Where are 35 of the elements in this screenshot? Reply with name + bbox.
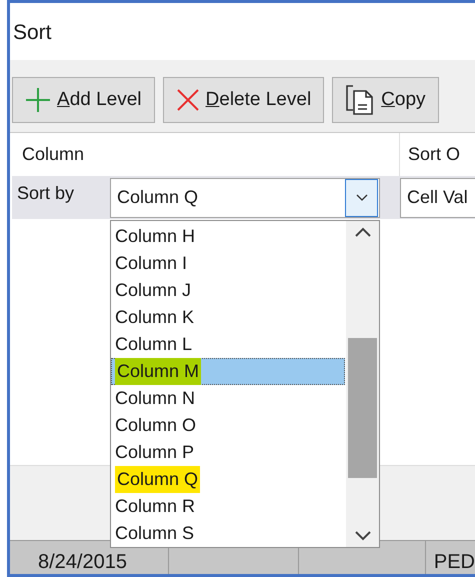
date-cell: 8/24/2015	[38, 551, 127, 574]
dropdown-option[interactable]: Column P	[111, 439, 345, 466]
table-cell: PED	[434, 551, 475, 574]
dropdown-option[interactable]: Column M	[111, 358, 345, 385]
toolbar-button[interactable]: Delete Level	[162, 77, 324, 123]
copy-icon	[345, 84, 376, 116]
dropdown-button[interactable]	[345, 178, 378, 216]
plus-icon	[25, 87, 51, 113]
scroll-up-icon[interactable]	[354, 227, 370, 237]
dropdown-option[interactable]: Column J	[111, 277, 345, 304]
close-icon	[176, 88, 200, 112]
dropdown-option[interactable]: Column S	[111, 520, 345, 547]
column-header: Column	[22, 143, 84, 166]
dropdown-option[interactable]: Column O	[111, 412, 345, 439]
sort-on-dropdown[interactable]: Cell Val	[400, 178, 475, 218]
column-dropdown[interactable]: Column Q	[110, 178, 380, 218]
dropdown-option[interactable]: Column I	[111, 250, 345, 277]
dropdown-option[interactable]: Column H	[111, 223, 345, 250]
sort-by-label: Sort by	[16, 182, 76, 205]
scroll-down-icon[interactable]	[354, 531, 370, 541]
sort-level-row[interactable]: Sort by Column Q Cell Val	[12, 176, 475, 219]
highlighted-label: Column Q	[115, 466, 200, 493]
toolbar-button[interactable]: Copy	[332, 77, 439, 123]
dropdown-option[interactable]: Column R	[111, 493, 345, 520]
toolbar-button[interactable]: Add Level	[12, 77, 155, 123]
dropdown-option[interactable]: Column K	[111, 304, 345, 331]
dropdown-option[interactable]: Column N	[111, 385, 345, 412]
window-title: Sort	[12, 20, 53, 46]
scrollbar[interactable]	[346, 221, 379, 547]
dropdown-option[interactable]: Column Q	[111, 466, 345, 493]
scrollbar-thumb[interactable]	[348, 338, 377, 478]
highlighted-label: Column M	[115, 358, 202, 385]
dropdown-option[interactable]: Column L	[111, 331, 345, 358]
chevron-down-icon	[356, 194, 368, 202]
column-header: Sort O	[407, 143, 460, 166]
